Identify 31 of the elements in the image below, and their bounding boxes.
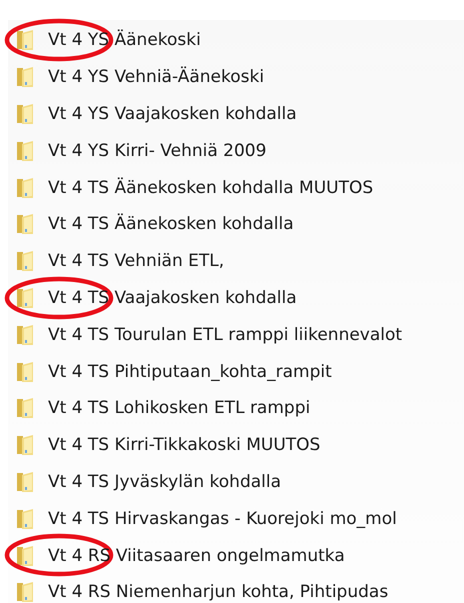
- folder-name[interactable]: Vt 4 RS Niemenharjun kohta, Pihtipudas: [48, 582, 388, 602]
- folder-name[interactable]: Vt 4 YS Vaajakosken kohdalla: [48, 104, 297, 124]
- folder-icon: [16, 102, 34, 125]
- folder-icon: [16, 213, 34, 236]
- folder-icon: [16, 508, 34, 530]
- folder-icon: [16, 324, 34, 346]
- folder-name[interactable]: Vt 4 TS Tourulan ETL ramppi liikennevalot: [48, 324, 402, 345]
- folder-name[interactable]: Vt 4 TS Vehniän ETL,: [48, 251, 224, 272]
- folder-icon: [16, 286, 34, 309]
- folder-name[interactable]: Vt 4 TS Pihtiputaan_kohta_rampit: [48, 362, 332, 382]
- folder-name[interactable]: Vt 4 YS Äänekoski: [48, 30, 201, 50]
- folder-name[interactable]: Vt 4 TS Äänekosken kohdalla: [48, 214, 294, 234]
- folder-name[interactable]: Vt 4 TS Lohikosken ETL ramppi: [48, 398, 310, 418]
- folder-icon: [16, 470, 34, 493]
- folder-name[interactable]: Vt 4 YS Vehniä-Äänekoski: [48, 67, 264, 88]
- folder-icon: [16, 434, 34, 456]
- folder-icon: [16, 581, 34, 603]
- folder-icon: [16, 544, 34, 567]
- folder-name[interactable]: Vt 4 TS Kirri-Tikkakoski MUUTOS: [48, 435, 320, 456]
- folder-name[interactable]: Vt 4 TS Äänekosken kohdalla MUUTOS: [48, 178, 374, 198]
- folder-name[interactable]: Vt 4 TS Vaajakosken kohdalla: [48, 288, 297, 308]
- folder-icon: [16, 140, 34, 162]
- folder-icon: [16, 176, 34, 199]
- folder-icon: [16, 360, 34, 383]
- folder-icon: [16, 250, 34, 272]
- folder-name[interactable]: Vt 4 YS Kirri- Vehniä 2009: [48, 140, 266, 161]
- folder-icon: [16, 29, 34, 52]
- folder-icon: [16, 397, 34, 420]
- folder-name[interactable]: Vt 4 TS Hirvaskangas - Kuorejoki mo_mol: [48, 508, 397, 529]
- folder-icon: [16, 66, 34, 88]
- folder-name[interactable]: Vt 4 TS Jyväskylän kohdalla: [48, 472, 282, 492]
